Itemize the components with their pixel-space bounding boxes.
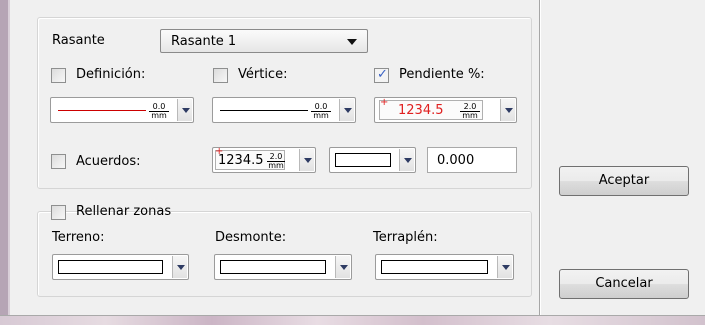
terraplen-label: Terraplén: <box>373 230 438 245</box>
taskbar-strip <box>0 316 705 325</box>
acuerdos-value-field[interactable]: 0.000 <box>427 147 517 173</box>
desmonte-dropdown-arrow[interactable] <box>335 256 350 278</box>
definicion-thickness: 0.0 mm <box>149 103 169 120</box>
acuerdos-dropdown-arrow[interactable] <box>299 149 314 171</box>
acuerdos-sample-text: 1234.5 <box>218 153 264 168</box>
terraplen-color-swatch <box>381 260 488 274</box>
vertice-label: Vértice: <box>238 67 288 82</box>
accept-button[interactable]: Aceptar <box>559 166 689 196</box>
pendiente-text-combo[interactable]: + 1234.5 2.0 mm <box>374 97 517 123</box>
vertice-checkbox[interactable] <box>213 68 228 83</box>
pendiente-checkbox[interactable]: ✓ <box>374 67 389 83</box>
vertice-thickness: 0.0 mm <box>311 103 331 120</box>
rellenar-checkbox[interactable] <box>51 205 66 220</box>
window-frame-inner <box>8 0 10 325</box>
acuerdos-label: Acuerdos: <box>76 154 141 169</box>
rasante-select[interactable]: Rasante 1 <box>160 29 368 53</box>
vertice-line-combo[interactable]: 0.0 mm <box>212 97 356 123</box>
insertion-mark-icon: + <box>380 97 389 108</box>
pendiente-dropdown-arrow[interactable] <box>500 99 515 121</box>
acuerdos-color-dropdown-arrow[interactable] <box>399 149 414 171</box>
desmonte-color-combo[interactable] <box>214 254 352 280</box>
rasante-select-value: Rasante 1 <box>171 34 237 49</box>
chevron-down-icon <box>347 39 357 45</box>
window-frame-left <box>0 0 8 325</box>
vertice-dropdown-arrow[interactable] <box>339 99 354 121</box>
cancel-button[interactable]: Cancelar <box>559 269 689 299</box>
definicion-line-sample <box>58 110 146 111</box>
checkmark-icon: ✓ <box>377 67 388 82</box>
definicion-checkbox[interactable] <box>51 68 66 83</box>
terreno-dropdown-arrow[interactable] <box>172 256 187 278</box>
desmonte-color-swatch <box>220 260 326 274</box>
desmonte-label: Desmonte: <box>215 230 287 245</box>
terreno-color-combo[interactable] <box>52 254 189 280</box>
rasante-label: Rasante <box>52 33 105 48</box>
acuerdos-text-combo[interactable]: + 1234.5 2.0 mm <box>212 146 316 173</box>
terraplen-color-combo[interactable] <box>375 254 514 280</box>
acuerdos-color-swatch <box>335 153 391 167</box>
definicion-line-combo[interactable]: 0.0 mm <box>50 97 194 123</box>
definicion-dropdown-arrow[interactable] <box>177 99 192 121</box>
pendiente-size: 2.0 mm <box>460 103 480 120</box>
pendiente-text-sample-box: + 1234.5 2.0 mm <box>379 97 483 120</box>
acuerdos-text-sample-box: + 1234.5 2.0 mm <box>215 146 285 170</box>
pendiente-sample-text: 1234.5 <box>398 103 444 118</box>
vertice-line-sample <box>220 110 308 111</box>
pendiente-label: Pendiente %: <box>399 67 485 82</box>
definicion-label: Definición: <box>76 67 146 82</box>
rellenar-label: Rellenar zonas <box>76 204 172 219</box>
terreno-color-swatch <box>58 260 163 274</box>
terraplen-dropdown-arrow[interactable] <box>497 256 512 278</box>
acuerdos-size: 2.0 mm <box>267 152 285 170</box>
acuerdos-color-combo[interactable] <box>329 147 416 173</box>
acuerdos-checkbox[interactable] <box>51 154 66 169</box>
acuerdos-value: 0.000 <box>437 153 475 168</box>
terreno-label: Terreno: <box>52 230 105 245</box>
vertical-separator-highlight <box>540 0 541 315</box>
